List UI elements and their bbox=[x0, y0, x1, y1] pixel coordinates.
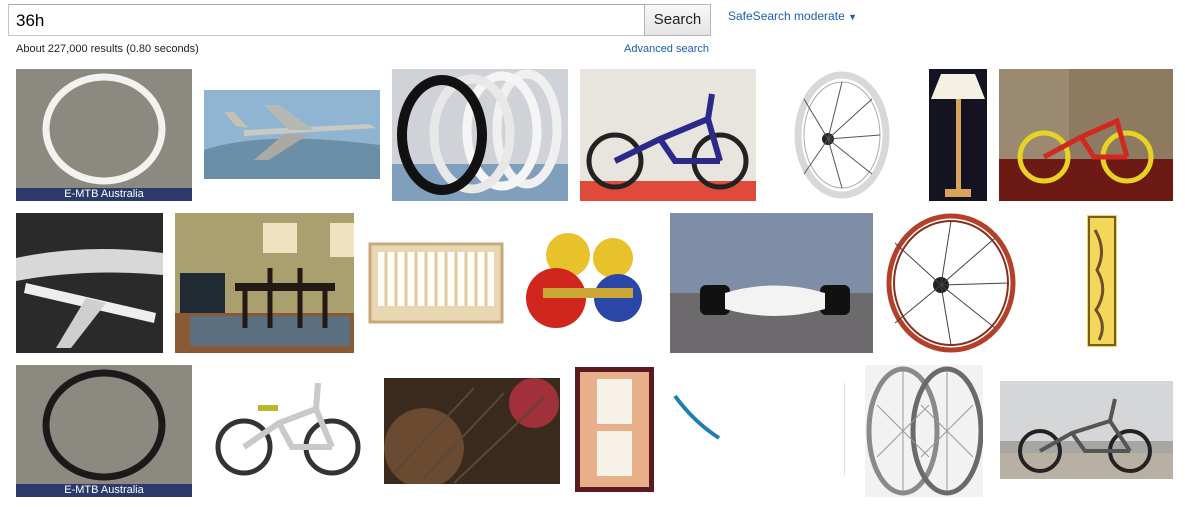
image-result-white-wheel[interactable] bbox=[792, 69, 892, 201]
image-result-blue-rim-piece[interactable] bbox=[669, 392, 724, 444]
image-result-bomber-plane-color[interactable] bbox=[204, 90, 380, 179]
image-result-bmx-on-deck[interactable] bbox=[1000, 381, 1173, 479]
image-caption: E-MTB Australia bbox=[16, 484, 192, 497]
image-result-dark-spokes-photo[interactable] bbox=[384, 378, 560, 484]
search-input[interactable]: 36h bbox=[8, 4, 644, 36]
safesearch-label: SafeSearch moderate bbox=[728, 9, 845, 23]
image-result-dining-room[interactable] bbox=[175, 213, 354, 353]
image-result-bw-bomber-plane[interactable] bbox=[16, 213, 163, 353]
image-result-red-wheel[interactable] bbox=[885, 213, 1017, 353]
advanced-search-link[interactable]: Advanced search bbox=[624, 43, 709, 55]
image-result-tire-stack[interactable] bbox=[392, 69, 568, 201]
image-result-bw-wheels[interactable] bbox=[865, 365, 983, 497]
image-result-white-rim[interactable]: E-MTB Australia bbox=[16, 69, 192, 201]
image-result-white-hub[interactable] bbox=[670, 213, 873, 353]
results-stats: About 227,000 results (0.80 seconds) bbox=[16, 43, 199, 55]
image-result-silver-kids-bike[interactable] bbox=[204, 365, 380, 497]
image-result-blue-bmx-bike[interactable] bbox=[580, 69, 756, 201]
search-button[interactable]: Search bbox=[644, 4, 711, 36]
image-result-wooden-crib[interactable] bbox=[366, 236, 506, 332]
image-result-blank-image[interactable] bbox=[840, 383, 850, 475]
image-result-black-rim[interactable]: E-MTB Australia bbox=[16, 365, 192, 497]
image-result-floor-lamp[interactable] bbox=[929, 69, 987, 201]
chevron-down-icon: ▼ bbox=[848, 12, 858, 22]
image-result-stained-glass-panel[interactable] bbox=[1087, 215, 1117, 347]
image-result-colored-hubs[interactable] bbox=[518, 230, 658, 336]
image-result-yellow-bmx-bike[interactable] bbox=[999, 69, 1173, 201]
image-result-framed-notice-board[interactable] bbox=[575, 367, 654, 492]
image-caption: E-MTB Australia bbox=[16, 188, 192, 201]
safesearch-dropdown[interactable]: SafeSearch moderate ▼ bbox=[728, 9, 857, 23]
